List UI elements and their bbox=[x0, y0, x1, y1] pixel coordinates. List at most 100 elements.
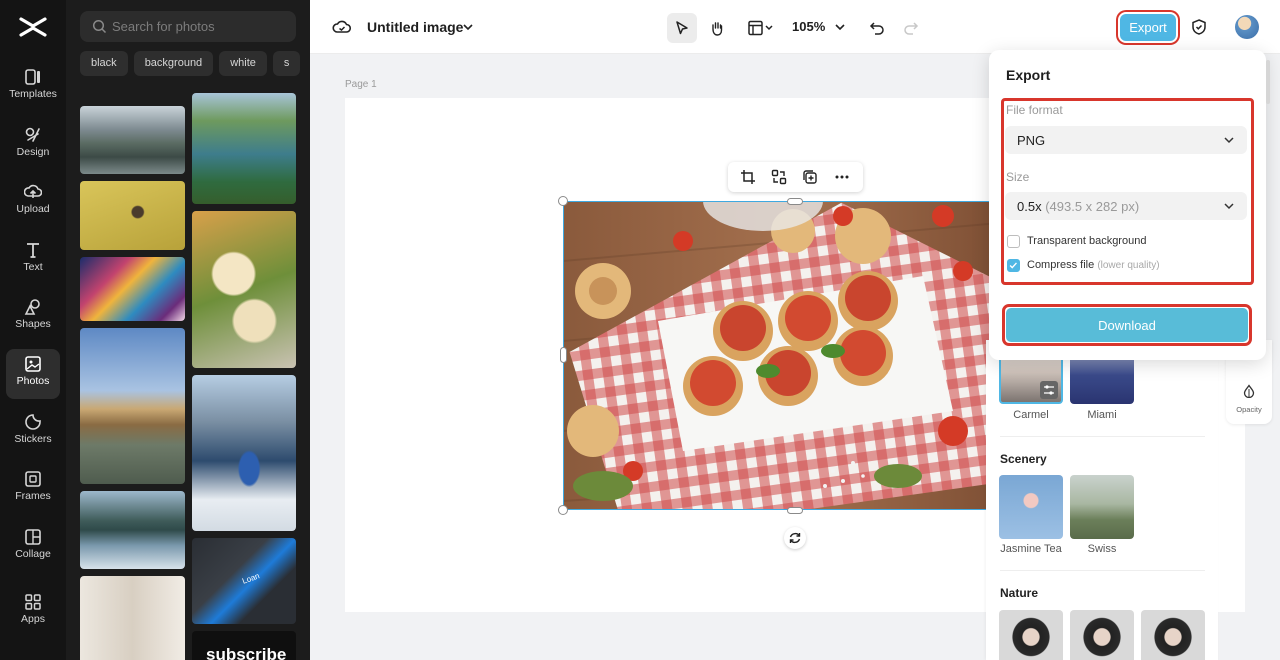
transparent-background-checkbox[interactable] bbox=[1007, 235, 1020, 248]
file-format-select[interactable]: PNG bbox=[1005, 126, 1247, 154]
rail-item-frames[interactable]: Frames bbox=[6, 464, 60, 514]
compress-file-note: (lower quality) bbox=[1097, 260, 1160, 271]
compress-file-text: Compress file bbox=[1027, 259, 1095, 271]
photo-thumb-abstract-waves[interactable] bbox=[80, 257, 185, 321]
resize-handle-top[interactable] bbox=[787, 198, 803, 205]
chevron-down-icon bbox=[1224, 137, 1234, 144]
divider bbox=[1000, 436, 1205, 437]
photo-thumb-ponte-vecchio[interactable] bbox=[80, 328, 185, 484]
cloud-icon[interactable] bbox=[332, 17, 352, 37]
hand-icon bbox=[712, 22, 723, 36]
image-context-toolbar bbox=[728, 162, 863, 192]
size-detail: (493.5 x 282 px) bbox=[1045, 199, 1140, 214]
tag-chip[interactable]: s bbox=[272, 51, 301, 76]
photo-thumb-river-valley[interactable] bbox=[192, 93, 296, 204]
filter-thumb-jasmine-tea[interactable] bbox=[999, 475, 1063, 539]
user-avatar[interactable] bbox=[1235, 15, 1259, 39]
photo-thumb-lake-reflection[interactable] bbox=[80, 491, 185, 569]
export-button[interactable]: Export bbox=[1120, 14, 1176, 41]
replace-icon[interactable] bbox=[771, 169, 787, 185]
zoom-level[interactable]: 105% bbox=[792, 19, 825, 34]
rail-label: Design bbox=[16, 146, 50, 158]
stickers-icon bbox=[25, 414, 41, 430]
apps-icon bbox=[25, 594, 41, 610]
left-rail: Templates Design Upload Text Shapes Phot… bbox=[0, 0, 66, 660]
resize-handle-bottom-left[interactable] bbox=[558, 505, 568, 515]
document-title[interactable]: Untitled image bbox=[367, 19, 463, 35]
photo-thumb-mountain-lake[interactable] bbox=[80, 106, 185, 174]
filter-thumb-nature-1[interactable] bbox=[999, 610, 1063, 660]
transparent-background-label[interactable]: Transparent background bbox=[1027, 235, 1146, 247]
filter-thumb-swiss[interactable] bbox=[1070, 475, 1134, 539]
rail-item-templates[interactable]: Templates bbox=[6, 62, 60, 112]
select-tool-button[interactable] bbox=[667, 13, 697, 43]
selected-image-bruschetta[interactable] bbox=[563, 201, 1023, 510]
rail-label: Apps bbox=[21, 613, 45, 625]
download-button[interactable]: Download bbox=[1006, 308, 1248, 342]
rail-item-text[interactable]: Text bbox=[6, 235, 60, 285]
filter-thumb-nature-2[interactable] bbox=[1070, 610, 1134, 660]
rail-item-stickers[interactable]: Stickers bbox=[6, 407, 60, 457]
tag-chip[interactable]: black bbox=[80, 51, 128, 76]
compress-file-label[interactable]: Compress file (lower quality) bbox=[1027, 259, 1160, 271]
photo-search-box[interactable] bbox=[80, 11, 296, 42]
rotate-handle[interactable] bbox=[784, 527, 806, 549]
adjust-icon[interactable] bbox=[1040, 381, 1058, 399]
size-value: 0.5x bbox=[1017, 199, 1042, 214]
photo-thumb-subscribe[interactable]: subscribe bbox=[192, 631, 296, 660]
rail-item-shapes[interactable]: Shapes bbox=[6, 292, 60, 342]
resize-handle-bottom[interactable] bbox=[787, 507, 803, 514]
opacity-icon[interactable] bbox=[1242, 384, 1256, 398]
opacity-label[interactable]: Opacity bbox=[1226, 405, 1272, 414]
section-title-nature: Nature bbox=[1000, 586, 1039, 600]
filter-label: Carmel bbox=[1013, 409, 1049, 421]
crop-icon[interactable] bbox=[740, 169, 756, 185]
hand-tool-button[interactable] bbox=[702, 13, 732, 43]
rail-label: Templates bbox=[9, 88, 57, 100]
layout-button[interactable] bbox=[743, 13, 779, 43]
rail-label: Photos bbox=[16, 375, 50, 387]
photo-thumb-roasted-dish[interactable] bbox=[192, 211, 296, 368]
filter-thumb-nature-3[interactable] bbox=[1141, 610, 1205, 660]
photo-thumb-bird[interactable] bbox=[80, 181, 185, 250]
design-icon bbox=[25, 127, 40, 142]
section-title-scenery: Scenery bbox=[1000, 452, 1047, 466]
photo-thumb-keyboard-loan[interactable]: Loan bbox=[192, 538, 296, 624]
undo-button[interactable] bbox=[862, 13, 892, 43]
collage-icon bbox=[25, 529, 41, 545]
tag-chip[interactable]: white bbox=[219, 51, 267, 76]
layout-icon bbox=[748, 20, 773, 36]
rail-label: Shapes bbox=[15, 318, 51, 330]
rail-item-apps[interactable]: Apps bbox=[6, 587, 60, 637]
rail-item-photos[interactable]: Photos bbox=[6, 349, 60, 399]
redo-button[interactable] bbox=[896, 13, 926, 43]
rail-item-collage[interactable]: Collage bbox=[6, 522, 60, 572]
shield-icon[interactable] bbox=[1190, 18, 1208, 36]
page-label: Page 1 bbox=[345, 79, 377, 90]
more-options-icon[interactable] bbox=[834, 169, 850, 185]
rail-item-upload[interactable]: Upload bbox=[6, 177, 60, 227]
search-icon bbox=[92, 19, 107, 34]
resize-handle-left[interactable] bbox=[560, 347, 567, 363]
photo-search-input[interactable] bbox=[112, 11, 292, 42]
capcut-logo-icon[interactable] bbox=[18, 14, 48, 40]
tag-chip[interactable]: background bbox=[133, 51, 214, 76]
size-select[interactable]: 0.5x (493.5 x 282 px) bbox=[1005, 192, 1247, 220]
duplicate-icon[interactable] bbox=[802, 169, 818, 185]
export-title: Export bbox=[1006, 67, 1051, 83]
chevron-down-icon[interactable] bbox=[462, 21, 474, 33]
photo-thumb-santorini[interactable] bbox=[192, 375, 296, 531]
rail-item-design[interactable]: Design bbox=[6, 120, 60, 170]
rail-label: Text bbox=[23, 261, 43, 273]
divider bbox=[1000, 570, 1205, 571]
resize-handle-top-left[interactable] bbox=[558, 196, 568, 206]
cursor-icon bbox=[676, 21, 688, 35]
compress-file-checkbox[interactable] bbox=[1007, 259, 1020, 272]
frames-icon bbox=[25, 471, 41, 487]
text-icon bbox=[27, 243, 39, 258]
loan-key-text: Loan bbox=[240, 571, 261, 586]
rail-label: Stickers bbox=[14, 433, 52, 445]
popover-scrollbar[interactable] bbox=[1266, 60, 1270, 104]
photo-thumb-closet[interactable] bbox=[80, 576, 185, 660]
zoom-chevron-down-icon[interactable] bbox=[834, 21, 846, 33]
